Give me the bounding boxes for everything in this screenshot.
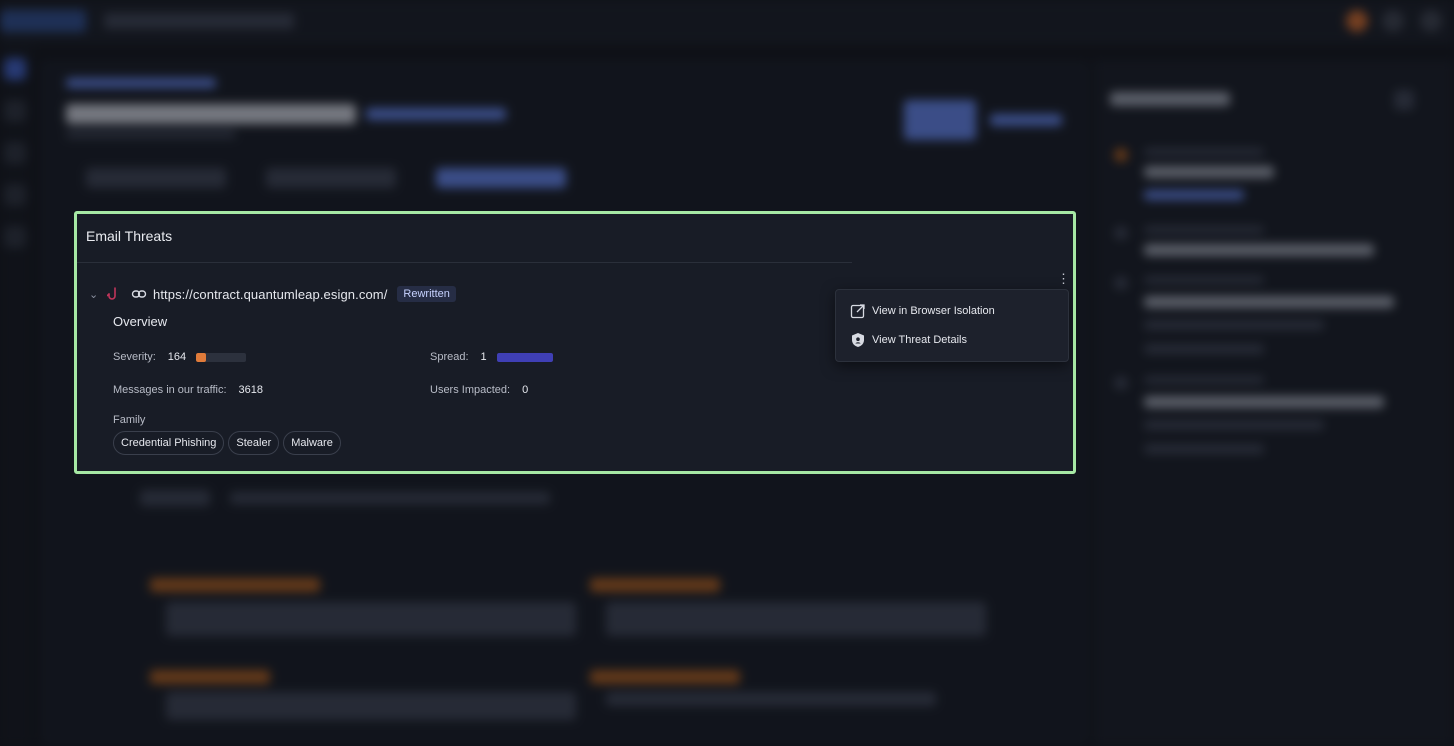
view-threat-details-item[interactable]: View Threat Details — [850, 331, 967, 349]
spread-bar-fill — [496, 352, 553, 362]
family-label: Family — [113, 414, 146, 426]
timeline-detail — [1144, 320, 1324, 330]
timeline-time — [1144, 148, 1264, 156]
email-threats-card: Email Threats ⌄ https://contract.quantum… — [74, 211, 1076, 474]
heading-subtext — [66, 130, 236, 138]
timeline-dot — [1114, 226, 1128, 240]
severity-label: Severity: — [113, 351, 156, 363]
family-chip: Stealer — [228, 431, 280, 455]
timeline-dot — [1114, 276, 1128, 290]
panel-close-icon[interactable] — [1394, 90, 1414, 110]
severity-bar — [196, 352, 247, 362]
app-logo — [0, 10, 86, 32]
card-title: Email Threats — [86, 228, 173, 244]
users-impacted-stat: Users Impacted: 0 — [430, 384, 528, 396]
severity-stat: Severity: 164 — [113, 351, 247, 363]
nav-settings-icon[interactable] — [4, 226, 26, 248]
help-icon[interactable] — [1382, 10, 1404, 32]
page-heading — [66, 104, 356, 124]
family-chips: Credential Phishing Stealer Malware — [113, 431, 341, 455]
card-divider — [77, 262, 852, 263]
tab-header-analysis[interactable] — [266, 168, 396, 188]
messages-stat: Messages in our traffic: 3618 — [113, 384, 263, 396]
link-icon — [131, 290, 147, 298]
users-impacted-label: Users Impacted: — [430, 384, 511, 396]
nav-folder-icon[interactable] — [4, 142, 26, 164]
finding-title — [590, 578, 720, 592]
family-chip: Credential Phishing — [113, 431, 225, 455]
finding-text — [606, 692, 936, 706]
timeline-time — [1144, 276, 1264, 284]
heading-tag — [366, 108, 506, 120]
menu-item-label: View in Browser Isolation — [872, 305, 995, 317]
chevron-down-icon[interactable]: ⌄ — [89, 288, 103, 301]
timeline-detail — [1144, 444, 1264, 454]
secondary-action-link[interactable] — [990, 114, 1062, 126]
tab-message-analysis[interactable] — [86, 168, 226, 188]
timeline-detail — [1144, 420, 1324, 430]
top-breadcrumb — [104, 13, 294, 29]
view-in-browser-isolation-item[interactable]: View in Browser Isolation — [850, 302, 995, 320]
message-history-panel — [1094, 60, 1454, 746]
severity-bar-fill — [196, 352, 207, 362]
spread-bar — [496, 352, 553, 362]
timeline-time — [1144, 226, 1264, 234]
threat-url[interactable]: https://contract.quantumleap.esign.com/ — [153, 287, 387, 302]
section-tab-description — [230, 492, 550, 504]
primary-action-button[interactable] — [904, 100, 976, 140]
timeline-dot — [1114, 376, 1128, 390]
nav-home-icon[interactable] — [4, 58, 26, 80]
back-link[interactable] — [66, 78, 216, 88]
timeline-title — [1144, 166, 1274, 178]
menu-item-label: View Threat Details — [872, 334, 967, 346]
users-impacted-value: 0 — [522, 384, 529, 396]
top-bar — [0, 0, 1454, 44]
finding-text — [166, 692, 576, 720]
overview-heading: Overview — [113, 314, 168, 329]
timeline-dot — [1114, 148, 1128, 162]
threat-row-header: ⌄ https://contract.quantumleap.esign.com… — [89, 284, 456, 304]
external-link-icon — [850, 304, 865, 319]
messages-value: 3618 — [238, 384, 263, 396]
user-avatar[interactable] — [1420, 10, 1442, 32]
finding-title — [150, 670, 270, 684]
nav-mail-icon[interactable] — [4, 100, 26, 122]
finding-text — [166, 602, 576, 636]
family-chip: Malware — [283, 431, 341, 455]
timeline-tag — [1144, 190, 1244, 200]
severity-value: 164 — [167, 351, 187, 363]
timeline-detail — [1144, 344, 1264, 354]
timeline-title — [1144, 244, 1374, 256]
finding-text — [606, 602, 986, 636]
finding-title — [150, 578, 320, 592]
shield-icon — [852, 333, 864, 347]
nav-search-icon[interactable] — [4, 184, 26, 206]
left-nav-rail — [0, 44, 32, 746]
messages-label: Messages in our traffic: — [113, 384, 227, 396]
panel-title — [1110, 92, 1230, 106]
tab-threat-analysis[interactable] — [436, 168, 566, 188]
fishing-hook-icon — [107, 287, 116, 300]
spread-label: Spread: — [430, 351, 469, 363]
timeline-title — [1144, 396, 1384, 408]
spread-value: 1 — [480, 351, 487, 363]
threat-actions-menu: View in Browser Isolation View Threat De… — [835, 289, 1069, 362]
timeline-time — [1144, 376, 1264, 384]
section-tab[interactable] — [140, 490, 210, 506]
notification-icon[interactable] — [1346, 10, 1368, 32]
kebab-menu-icon[interactable]: ⋮ — [1057, 272, 1070, 286]
rewritten-badge: Rewritten — [397, 286, 456, 302]
timeline-title — [1144, 296, 1394, 308]
finding-title — [590, 670, 740, 684]
spread-stat: Spread: 1 — [430, 351, 553, 363]
